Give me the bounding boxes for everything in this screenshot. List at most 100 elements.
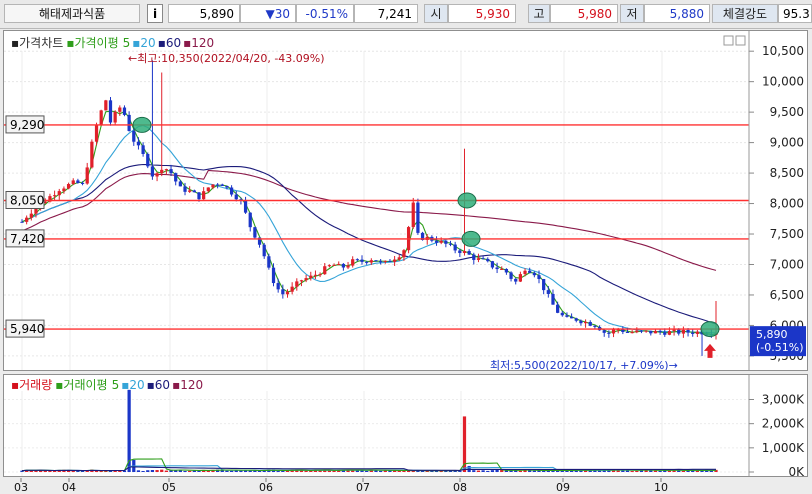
y-tick-label: 9,500 (770, 105, 804, 119)
volume-bar (48, 470, 52, 472)
y-tick-label: 8,000 (770, 197, 804, 211)
candle-body (556, 304, 560, 313)
candle-body (192, 190, 196, 193)
candle-body (29, 213, 33, 218)
candle-body (611, 329, 616, 334)
info-icon[interactable]: i (147, 4, 163, 23)
candle-body (355, 259, 359, 261)
candle-body (625, 331, 630, 333)
candle-body (122, 107, 127, 115)
volume-bar (653, 470, 658, 472)
cross-marker (700, 321, 720, 338)
volume-bar (71, 471, 75, 473)
candle-body (253, 227, 257, 238)
legend-volume: 거래량 (19, 378, 52, 392)
candle-body (337, 263, 341, 265)
candle-body (104, 100, 108, 111)
y-tick-label: 8,500 (770, 166, 804, 180)
volume-bar (532, 470, 536, 472)
candle-body (402, 250, 406, 258)
legend-ma60: 60 (166, 36, 181, 50)
volume-bar (476, 470, 481, 472)
legend-vma120-marker: ▪ (172, 378, 180, 392)
h-line-label: 9,290 (10, 118, 44, 132)
candle-body (25, 217, 29, 222)
volume-bar (495, 469, 499, 472)
candle-body (248, 212, 252, 228)
minimize-icon[interactable] (723, 35, 734, 46)
volume-bar (183, 471, 187, 473)
candle-body (99, 110, 103, 125)
candle-body (565, 315, 569, 317)
v-tick-label: 0K (788, 465, 805, 476)
volume-chart-panel[interactable]: ▪거래량 ▪거래이평 5 ▪20 ▪60 ▪120 3,000K 2,000K 1,000K 0… (3, 374, 808, 477)
candle-body (695, 331, 699, 334)
legend-vma60-marker: ▪ (147, 378, 155, 392)
candle-body (416, 202, 420, 233)
candle-body (62, 188, 66, 192)
candle-body (639, 330, 644, 332)
candle-body (383, 260, 387, 262)
candle-body (369, 260, 373, 263)
volume-bar (700, 470, 704, 472)
candle-body (132, 130, 136, 142)
candle-body (136, 141, 141, 146)
h-line-label: 8,050 (10, 194, 44, 208)
volume-bar (43, 470, 47, 472)
volume-bar (276, 471, 280, 473)
candle-body (569, 316, 574, 319)
y-tick-label: 10,000 (762, 75, 804, 89)
candle-body (388, 260, 392, 262)
legend-price-marker: ▪ (11, 36, 19, 50)
volume-bar (150, 470, 155, 472)
volume-bar (681, 470, 686, 472)
price-change: ▼30 (240, 4, 296, 23)
volume-bar (136, 470, 141, 472)
candle-body (127, 114, 131, 131)
close-icon[interactable] (735, 35, 746, 46)
h-line-label: 5,940 (10, 322, 44, 336)
legend-vma20: 20 (129, 378, 144, 392)
candle-body (66, 183, 71, 189)
volume-bar (141, 470, 145, 472)
volume-bar (695, 470, 699, 472)
legend-volume-marker: ▪ (11, 378, 19, 392)
candle-body (52, 195, 57, 197)
candle-body (220, 184, 224, 187)
candle-body (146, 153, 150, 167)
candle-body (476, 258, 481, 260)
candle-body (197, 192, 201, 200)
candle-body (537, 275, 541, 279)
high-price: 5,980 (550, 4, 618, 23)
candle-body (509, 272, 513, 279)
svg-text:▪거래량▪거래이평5▪20▪60▪120: ▪거래량 ▪거래이평 5 ▪20 ▪60 ▪120 (11, 378, 203, 392)
volume-bar (160, 469, 164, 472)
candle-body (285, 291, 290, 295)
volume-bar (76, 471, 80, 473)
volume-bar (229, 470, 234, 472)
candle-body (90, 141, 94, 168)
open-label: 시 (424, 4, 448, 23)
v-tick-label: 2,000K (762, 417, 805, 431)
candle-body (160, 169, 164, 174)
candle-body (234, 194, 238, 200)
candle-body (523, 270, 527, 275)
stock-name-field[interactable]: 해태제과식품 (4, 4, 140, 23)
candle-body (351, 259, 355, 266)
cross-marker (457, 192, 477, 209)
candle-body (588, 321, 592, 326)
candle-body (211, 184, 215, 188)
candle-body (379, 261, 383, 263)
low-note: 최저:5,500(2022/10/17, +7.09%)→ (490, 359, 678, 370)
candle-body (225, 186, 229, 188)
candle-body (229, 187, 234, 195)
volume-bar (155, 470, 159, 472)
ma5-line (21, 110, 717, 336)
x-tick-label: 08 (453, 481, 467, 494)
v-tick-label: 3,000K (762, 393, 805, 407)
candle-body (360, 259, 364, 262)
volume-chart[interactable]: ▪거래량 ▪거래이평 5 ▪20 ▪60 ▪120 3,000K2,000K1,000K0… (4, 375, 807, 476)
volume-bar (164, 470, 169, 472)
price-chart-panel[interactable]: ▪가격차트 ▪가격이평 5 ▪20 ▪60 ▪120 ←최고:10,350(2022/04… (3, 30, 808, 371)
price-chart[interactable]: ▪가격차트 ▪가격이평 5 ▪20 ▪60 ▪120 ←최고:10,350(2022/04… (4, 31, 807, 370)
